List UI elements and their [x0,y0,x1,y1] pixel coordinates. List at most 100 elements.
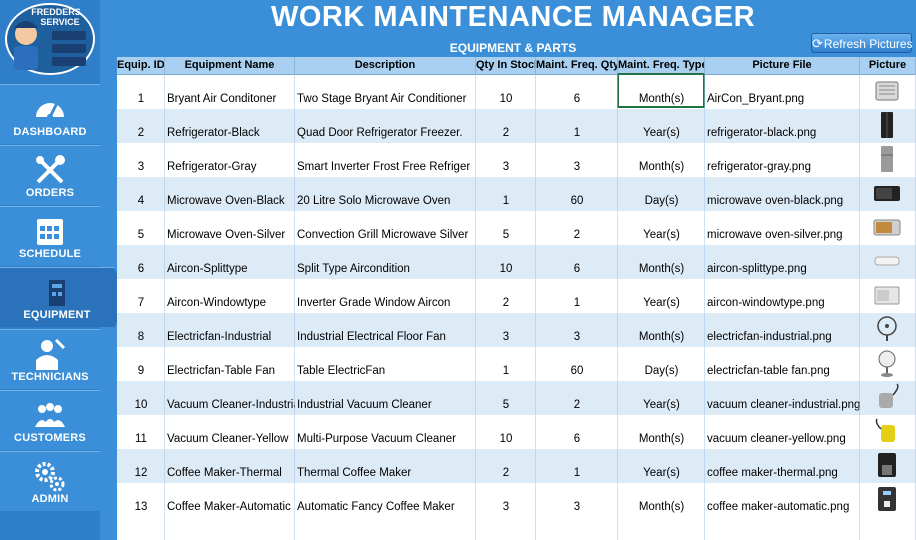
cell-id[interactable]: 8 [117,313,165,347]
cell-id[interactable]: 10 [117,381,165,415]
cell-file[interactable]: vacuum cleaner-industrial.png [705,381,860,415]
cell-file[interactable]: refrigerator-black.png [705,109,860,143]
cell-id[interactable]: 4 [117,177,165,211]
cell-id[interactable]: 6 [117,245,165,279]
cell-type[interactable]: Year(s) [618,109,705,143]
picture-cell[interactable] [860,109,916,143]
cell-id[interactable]: 12 [117,449,165,483]
picture-cell[interactable] [860,75,916,109]
cell-freq[interactable]: 60 [536,347,618,381]
table-row[interactable]: 11 Vacuum Cleaner-Yellow Multi-Purpose Vac… [117,415,916,449]
cell-name[interactable]: Aircon-Windowtype [165,279,295,313]
cell-id[interactable]: 13 [117,483,165,517]
cell-type[interactable]: Month(s) [618,313,705,347]
column-header[interactable]: Equip. ID [117,57,165,75]
cell-type[interactable]: Month(s) [618,483,705,517]
nav-dashboard[interactable]: DASHBOARD [0,84,100,144]
cell-file[interactable]: coffee maker-automatic.png [705,483,860,517]
picture-cell[interactable] [860,143,916,177]
cell-file[interactable]: electricfan-industrial.png [705,313,860,347]
table-row[interactable]: 2 Refrigerator-Black Quad Door Refrigerato… [117,109,916,143]
table-row[interactable]: 10 Vacuum Cleaner-Industrial Industrial Va… [117,381,916,415]
table-row[interactable]: 4 Microwave Oven-Black 20 Litre Solo Micr… [117,177,916,211]
table-row[interactable]: 12 Coffee Maker-Thermal Thermal Coffee Mak… [117,449,916,483]
cell-qty[interactable]: 1 [476,347,536,381]
cell-desc[interactable]: Smart Inverter Frost Free Refriger [295,143,476,177]
cell-qty[interactable]: 3 [476,313,536,347]
cell-name[interactable]: Bryant Air Conditoner [165,75,295,109]
cell-qty[interactable]: 3 [476,143,536,177]
nav-equipment[interactable]: EQUIPMENT [0,267,128,328]
cell-freq[interactable]: 2 [536,381,618,415]
picture-cell[interactable] [860,211,916,245]
picture-cell[interactable] [860,347,916,381]
cell-qty[interactable]: 2 [476,109,536,143]
cell-name[interactable]: Vacuum Cleaner-Yellow [165,415,295,449]
cell-desc[interactable]: Two Stage Bryant Air Conditioner [295,75,476,109]
picture-cell[interactable] [860,279,916,313]
column-header[interactable]: Picture File [705,57,860,75]
cell-name[interactable]: Aircon-Splittype [165,245,295,279]
cell-freq[interactable]: 3 [536,313,618,347]
cell-freq[interactable]: 2 [536,211,618,245]
nav-schedule[interactable]: SCHEDULE [0,206,100,266]
picture-cell[interactable] [860,245,916,279]
cell-desc[interactable]: Industrial Electrical Floor Fan [295,313,476,347]
table-row[interactable]: 1 Bryant Air Conditoner Two Stage Bryant A… [117,75,916,109]
cell-qty[interactable]: 2 [476,279,536,313]
cell-file[interactable]: microwave oven-silver.png [705,211,860,245]
cell-desc[interactable]: Inverter Grade Window Aircon [295,279,476,313]
cell-desc[interactable]: 20 Litre Solo Microwave Oven [295,177,476,211]
table-row[interactable]: 9 Electricfan-Table Fan Table ElectricFan 1… [117,347,916,381]
cell-qty[interactable]: 10 [476,415,536,449]
cell-file[interactable]: aircon-splittype.png [705,245,860,279]
cell-type[interactable]: Year(s) [618,279,705,313]
cell-name[interactable]: Refrigerator-Gray [165,143,295,177]
table-row[interactable]: 6 Aircon-Splittype Split Type Aircondition… [117,245,916,279]
cell-freq[interactable]: 6 [536,245,618,279]
cell-type[interactable]: Day(s) [618,177,705,211]
cell-id[interactable]: 9 [117,347,165,381]
cell-desc[interactable]: Split Type Aircondition [295,245,476,279]
cell-desc[interactable]: Quad Door Refrigerator Freezer. [295,109,476,143]
cell-type[interactable]: Day(s) [618,347,705,381]
cell-desc[interactable]: Automatic Fancy Coffee Maker [295,483,476,517]
cell-desc[interactable]: Multi-Purpose Vacuum Cleaner [295,415,476,449]
cell-file[interactable]: microwave oven-black.png [705,177,860,211]
cell-type[interactable]: Month(s) [618,415,705,449]
picture-cell[interactable] [860,177,916,211]
cell-type[interactable]: Year(s) [618,381,705,415]
cell-qty[interactable]: 1 [476,177,536,211]
refresh-pictures-button[interactable]: ⟳Refresh Pictures [811,33,913,53]
cell-qty[interactable]: 5 [476,381,536,415]
cell-id[interactable]: 1 [117,75,165,109]
cell-desc[interactable]: Industrial Vacuum Cleaner [295,381,476,415]
cell-type[interactable]: Month(s) [618,143,705,177]
cell-freq[interactable]: 1 [536,279,618,313]
cell-file[interactable]: AirCon_Bryant.png [705,75,860,109]
cell-freq[interactable]: 1 [536,449,618,483]
cell-file[interactable]: electricfan-table fan.png [705,347,860,381]
cell-qty[interactable]: 10 [476,75,536,109]
picture-cell[interactable] [860,483,916,517]
cell-freq[interactable]: 3 [536,143,618,177]
nav-customers[interactable]: CUSTOMERS [0,390,100,450]
cell-type[interactable]: Year(s) [618,449,705,483]
cell-freq[interactable]: 6 [536,415,618,449]
picture-cell[interactable] [860,415,916,449]
cell-name[interactable]: Vacuum Cleaner-Industrial [165,381,295,415]
table-row[interactable]: 5 Microwave Oven-Silver Convection Grill M… [117,211,916,245]
column-header[interactable]: Qty In Stock [476,57,536,75]
cell-desc[interactable]: Convection Grill Microwave Silver [295,211,476,245]
cell-qty[interactable]: 5 [476,211,536,245]
cell-desc[interactable]: Table ElectricFan [295,347,476,381]
nav-admin[interactable]: ADMIN [0,451,100,511]
cell-name[interactable]: Coffee Maker-Thermal [165,449,295,483]
cell-name[interactable]: Refrigerator-Black [165,109,295,143]
picture-cell[interactable] [860,381,916,415]
column-header[interactable]: Picture [860,57,916,75]
cell-id[interactable]: 3 [117,143,165,177]
nav-technicians[interactable]: TECHNICIANS [0,329,100,389]
column-header[interactable]: Maint. Freq. Qty [536,57,618,75]
cell-name[interactable]: Electricfan-Table Fan [165,347,295,381]
